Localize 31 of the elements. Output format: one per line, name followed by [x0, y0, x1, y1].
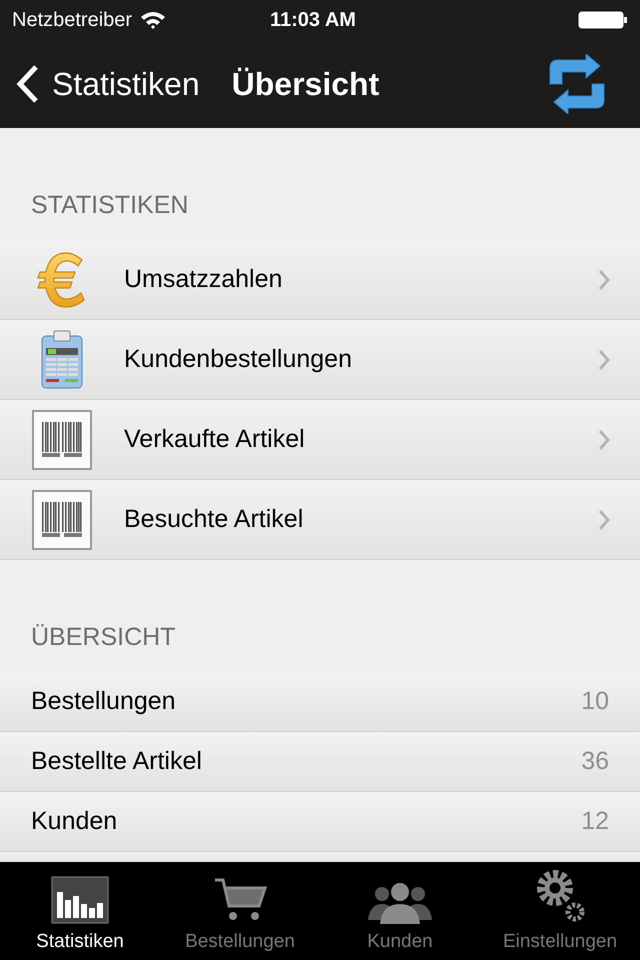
nav-title: Übersicht: [232, 65, 380, 104]
barcode-icon: [32, 490, 92, 550]
battery-icon: [578, 10, 628, 30]
barcode-icon: [32, 410, 92, 470]
chevron-right-icon: [598, 428, 610, 450]
tab-bar-item[interactable]: Statistiken: [0, 862, 160, 960]
section-header: STATISTIKEN: [31, 190, 188, 220]
section-header: ÜBERSICHT: [31, 622, 176, 652]
tab-bar-item[interactable]: Einstellungen: [480, 862, 640, 960]
row-label: Bestellte Artikel: [31, 746, 202, 777]
row-value: 12: [581, 806, 609, 837]
chevron-right-icon: [598, 508, 610, 530]
bar-chart-icon: [51, 876, 109, 924]
item-label: Besuchte Artikel: [124, 504, 304, 535]
back-chevron-icon: [16, 64, 40, 104]
status-time: 11:03 AM: [270, 8, 356, 33]
tab-bar-item[interactable]: Bestellungen: [160, 862, 320, 960]
chevron-right-icon: [598, 348, 610, 370]
chevron-right-icon: [598, 268, 610, 290]
tab-bar-item[interactable]: Kunden: [320, 862, 480, 960]
item-label: Kundenbestellungen: [124, 344, 352, 375]
row-label: Kunden: [31, 806, 118, 837]
row-value: 10: [581, 686, 609, 717]
back-button[interactable]: Statistiken: [16, 60, 200, 108]
wifi-icon: [140, 10, 166, 30]
row-label: Bestellungen: [31, 686, 176, 717]
carrier-name: Netzbetreiber: [12, 8, 132, 33]
row-value: 36: [581, 746, 609, 777]
item-label: Umsatzzahlen: [124, 264, 282, 295]
item-label: Verkaufte Artikel: [124, 424, 305, 455]
calculator-icon: [40, 330, 84, 390]
